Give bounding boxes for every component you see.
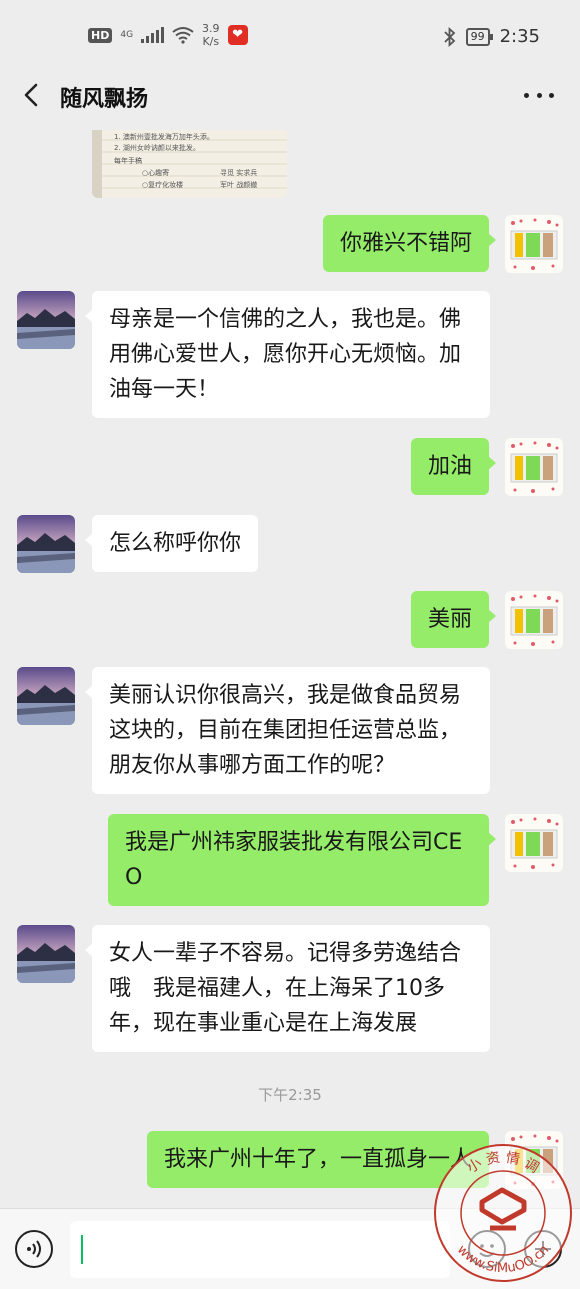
self-avatar-image xyxy=(505,1131,563,1189)
avatar-contact[interactable] xyxy=(17,667,75,725)
message-bubble-outgoing[interactable]: 美丽 xyxy=(410,591,497,648)
input-bar xyxy=(0,1208,580,1289)
message-bubble-outgoing[interactable]: 我来广州十年了，一直孤身一人 xyxy=(146,1131,497,1188)
contact-avatar-image xyxy=(17,667,75,725)
contact-avatar-image xyxy=(17,515,75,573)
status-right-group: 99 2:35 xyxy=(443,26,540,47)
avatar-self[interactable] xyxy=(505,1131,563,1189)
message-bubble-outgoing[interactable]: 你雅兴不错阿 xyxy=(322,215,497,272)
chat-area[interactable]: 1. 澳新州壹批发海万加年头添。 2. 湖州女岭讷颜以来批发。 每年手稿 ○心趣… xyxy=(0,122,580,1208)
status-time: 2:35 xyxy=(499,26,540,47)
status-bar: HD 4G 3.9 K/s ❤ 99 2:35 xyxy=(0,0,580,70)
voice-button[interactable] xyxy=(15,1230,53,1268)
bluetooth-icon xyxy=(443,26,455,47)
voice-icon xyxy=(27,1240,41,1258)
text-caret xyxy=(81,1235,83,1264)
avatar-self[interactable] xyxy=(505,215,563,273)
message-bubble-incoming[interactable]: 女人一辈子不容易。记得多劳逸结合哦 我是福建人，在上海呆了10多年，现在事业重心… xyxy=(85,925,490,1052)
more-functions-button[interactable] xyxy=(524,1230,562,1268)
avatar-contact[interactable] xyxy=(17,515,75,573)
contact-avatar-image xyxy=(17,291,75,349)
message-bubble-incoming[interactable]: 美丽认识你很高兴，我是做食品贸易这块的，目前在集团担任运营总监，朋友你从事哪方面… xyxy=(85,667,490,794)
self-avatar-image xyxy=(505,215,563,273)
message-bubble-incoming[interactable]: 母亲是一个信佛的之人，我也是。佛用佛心爱世人，愿你开心无烦恼。加油每一天！ xyxy=(85,291,490,418)
avatar-contact[interactable] xyxy=(17,925,75,983)
emoji-icon xyxy=(479,1244,495,1257)
note-line-2: 2. 湖州女岭讷颜以来批发。 xyxy=(114,143,200,152)
network-type: 4G xyxy=(120,29,134,40)
chat-header: 随风飘扬 xyxy=(0,70,580,122)
more-dots-icon xyxy=(524,92,554,98)
chat-title: 随风飘扬 xyxy=(60,87,149,112)
avatar-contact[interactable] xyxy=(17,291,75,349)
avatar-self[interactable] xyxy=(505,438,563,496)
message-bubble-outgoing[interactable]: 加油 xyxy=(410,438,497,495)
note-line-4: ○心趣寄 xyxy=(142,168,169,177)
more-button[interactable] xyxy=(524,80,554,110)
message-timestamp: 下午2:35 xyxy=(258,1086,322,1104)
note-line-3: 每年手稿 xyxy=(114,156,142,165)
self-avatar-image xyxy=(505,438,563,496)
back-button[interactable] xyxy=(18,80,48,110)
emoji-button[interactable] xyxy=(468,1230,506,1268)
status-left-group: HD 4G 3.9 K/s ❤ xyxy=(88,22,248,48)
avatar-self[interactable] xyxy=(505,814,563,872)
image-message[interactable]: 1. 澳新州壹批发海万加年头添。 2. 湖州女岭讷颜以来批发。 每年手稿 ○心趣… xyxy=(92,130,287,198)
message-bubble-outgoing[interactable]: 我是广州祎家服装批发有限公司CEO xyxy=(108,814,496,906)
wifi-icon xyxy=(172,27,194,44)
plus-icon xyxy=(535,1241,551,1257)
chevron-left-icon xyxy=(24,83,38,107)
battery-icon: 99 xyxy=(465,27,493,46)
contact-avatar-image xyxy=(17,925,75,983)
app-icon: ❤ xyxy=(227,25,248,45)
note-line-6: 寻觅 实求兵 xyxy=(220,168,257,177)
self-avatar-image xyxy=(505,591,563,649)
note-line-5: ○复疗化妆楼 xyxy=(142,180,183,189)
self-avatar-image xyxy=(505,814,563,872)
network-speed: 3.9 K/s xyxy=(202,22,220,48)
note-line-1: 1. 澳新州壹批发海万加年头添。 xyxy=(114,132,214,141)
avatar-self[interactable] xyxy=(505,591,563,649)
signal-icon xyxy=(141,27,165,43)
note-line-7: 军叶 战颜撤 xyxy=(220,180,257,189)
message-input[interactable] xyxy=(70,1221,450,1278)
hd-badge: HD xyxy=(88,27,113,43)
message-bubble-incoming[interactable]: 怎么称呼你你 xyxy=(84,515,259,572)
